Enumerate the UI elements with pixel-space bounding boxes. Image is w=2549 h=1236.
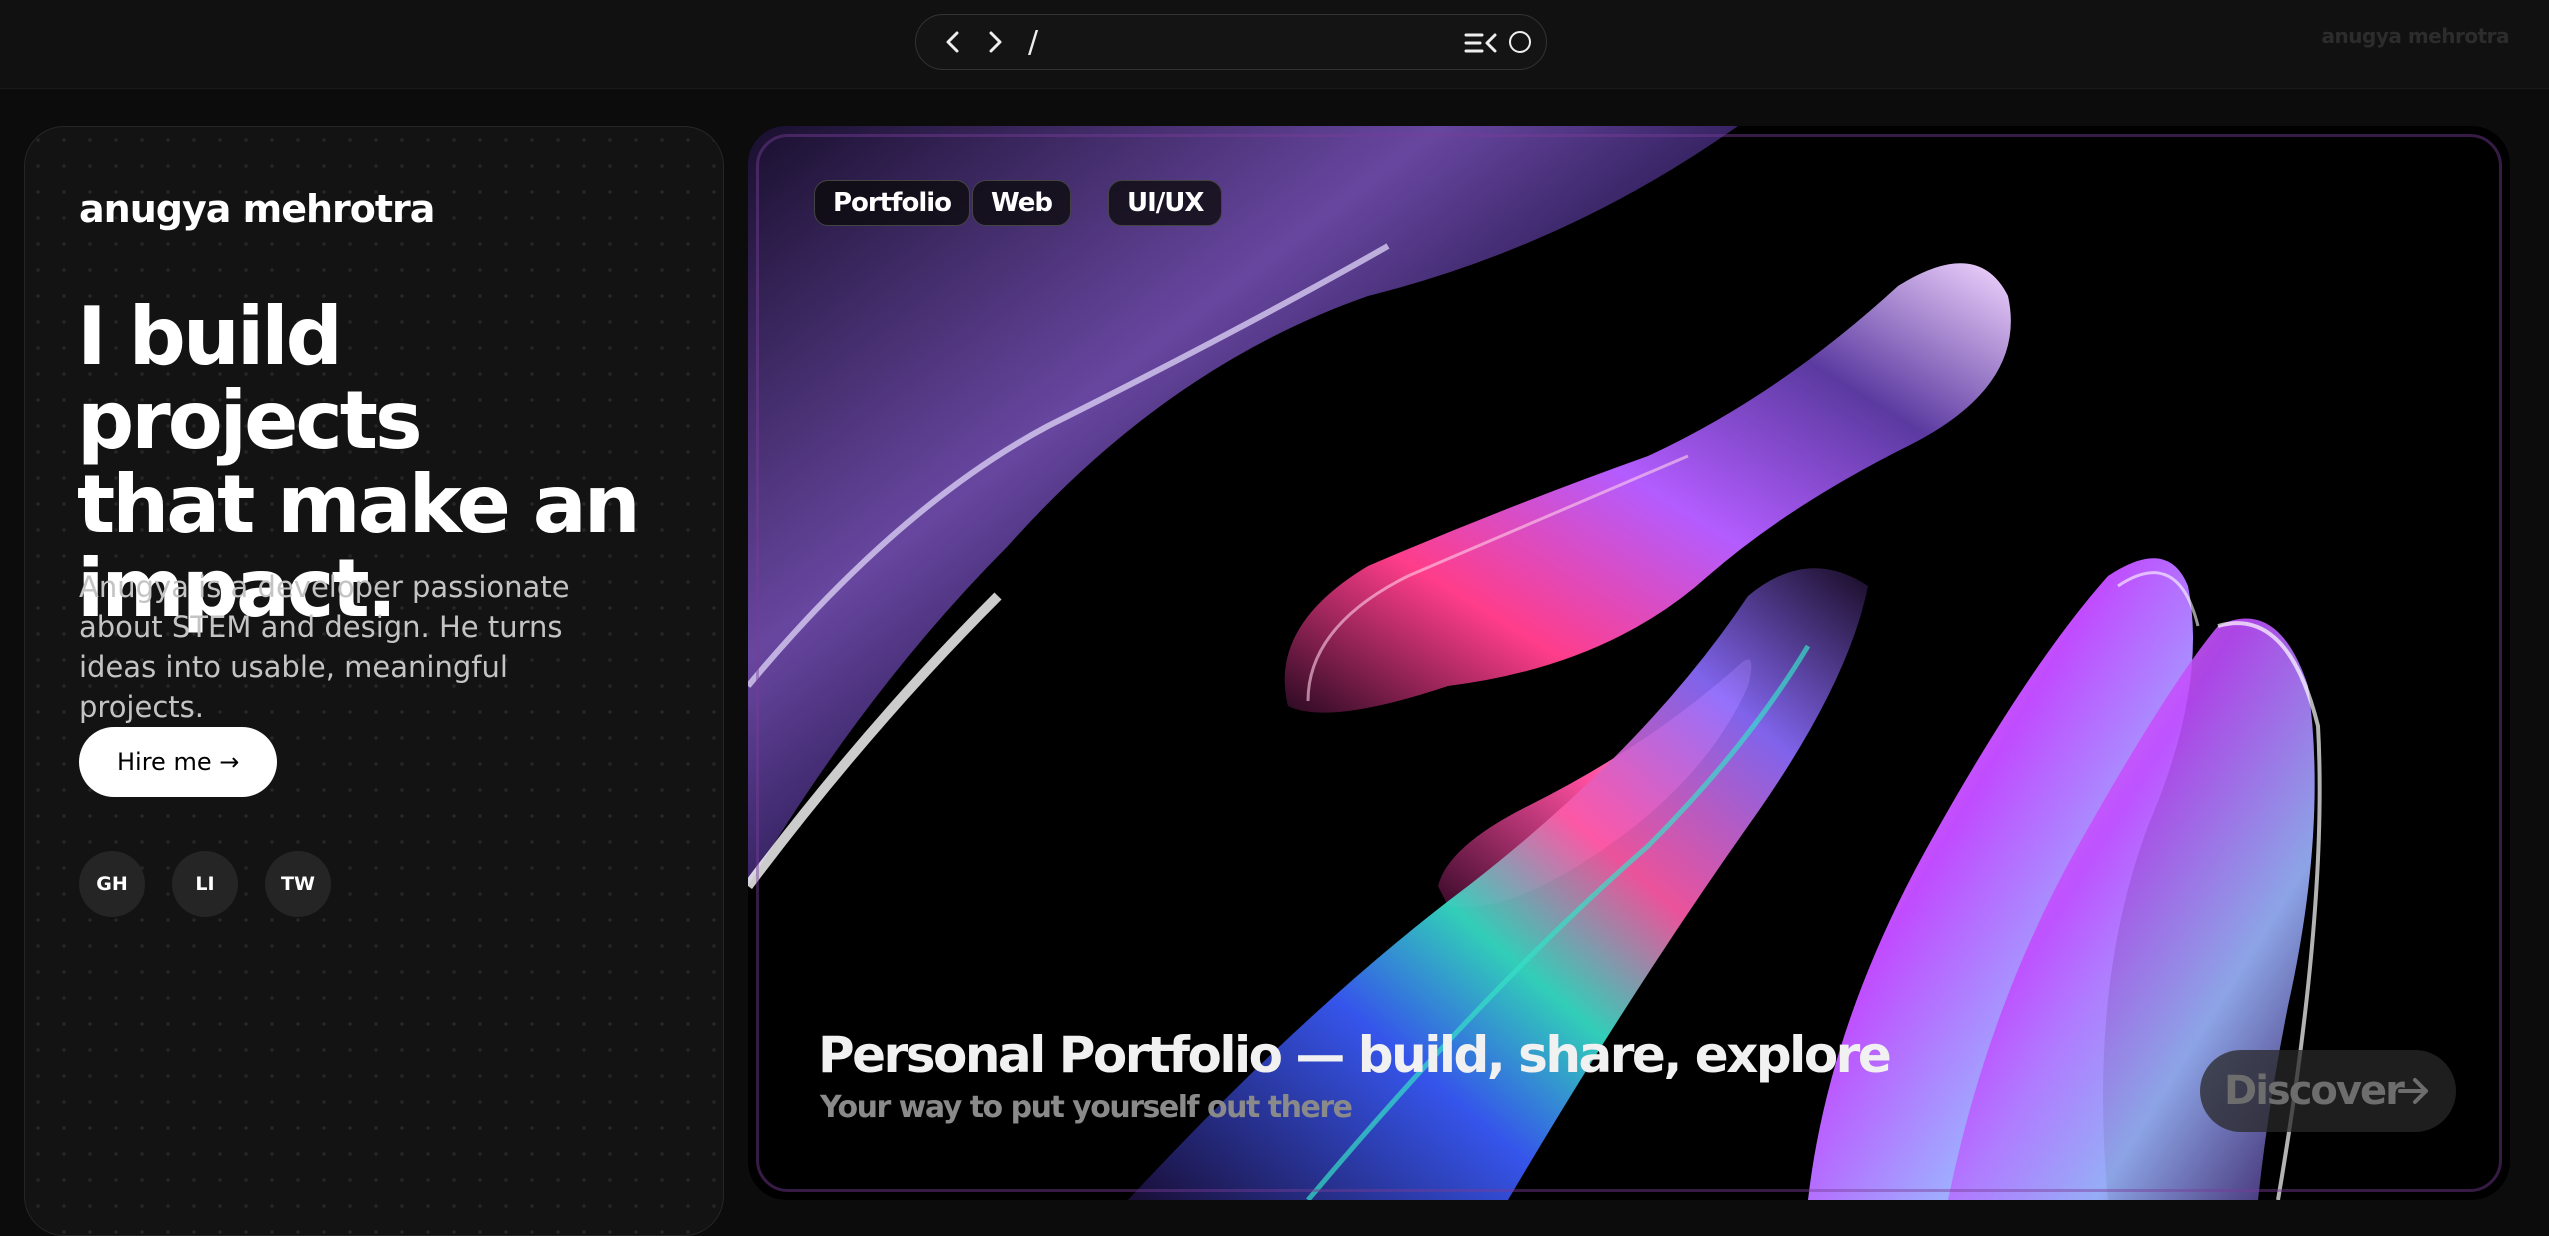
forward-arrow-icon[interactable] [980,27,1010,57]
url-path[interactable]: / [1028,25,1038,60]
intro-card: anugya mehrotra I build projects that ma… [24,126,724,1236]
headline-line: that make an [77,458,641,551]
arrow-right-icon [2398,1078,2428,1104]
discover-label: Discover [2224,1068,2405,1114]
hero-card[interactable]: Portfolio Web UI/UX Personal Portfolio —… [748,126,2510,1200]
discover-button[interactable]: Discover [2200,1050,2456,1132]
site-watermark: anugya mehrotra [2321,24,2510,48]
tag-portfolio[interactable]: Portfolio [814,180,971,226]
intro-description: Anugya is a developer passionate about S… [79,570,570,724]
queue-list-icon[interactable] [1464,27,1498,59]
tag-uiux[interactable]: UI/UX [1108,180,1223,226]
hero-title: Personal Portfolio — build, share, explo… [818,1026,1892,1084]
brand-name: anugya mehrotra [79,187,435,231]
headline-line: I build projects [77,290,423,467]
back-arrow-icon[interactable] [938,27,968,57]
address-bar[interactable]: / [915,14,1547,70]
circle-icon[interactable] [1509,31,1531,53]
twitter-link[interactable]: TW [265,851,331,917]
github-link[interactable]: GH [79,851,145,917]
top-bar: / anugya mehrotra [0,0,2549,89]
linkedin-link[interactable]: LI [172,851,238,917]
hire-me-button[interactable]: Hire me → [79,727,278,797]
hero-subtitle: Your way to put yourself out there [820,1090,1353,1125]
tag-web[interactable]: Web [972,180,1071,226]
